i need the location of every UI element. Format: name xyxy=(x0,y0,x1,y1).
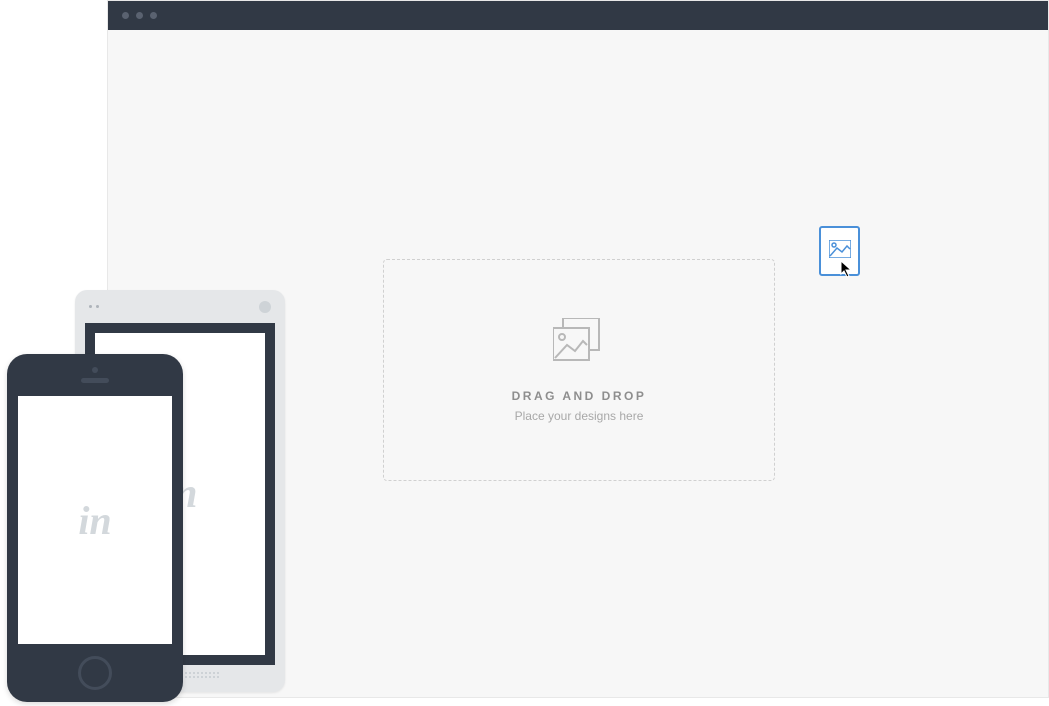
drop-zone-title: DRAG AND DROP xyxy=(512,389,647,403)
drop-zone-subtitle: Place your designs here xyxy=(515,409,644,423)
browser-titlebar xyxy=(108,1,1048,30)
traffic-light-minimize-icon[interactable] xyxy=(136,12,143,19)
dragging-file-thumbnail[interactable] xyxy=(819,226,860,276)
phone-sensor-icon xyxy=(92,367,98,373)
traffic-light-close-icon[interactable] xyxy=(122,12,129,19)
invision-logo-icon: in xyxy=(78,497,111,544)
phone-earpiece-icon xyxy=(81,378,109,383)
phone-sensor-dots-icon xyxy=(89,305,99,308)
phone-top-bar xyxy=(7,354,183,396)
home-button-icon xyxy=(78,656,112,690)
device-mockup-iphone: in xyxy=(7,354,183,702)
phone-camera-icon xyxy=(259,301,271,313)
cursor-arrow-icon xyxy=(840,260,854,283)
phone-screen: in xyxy=(18,396,172,644)
traffic-light-maximize-icon[interactable] xyxy=(150,12,157,19)
phone-top-bar xyxy=(75,290,285,323)
drop-zone[interactable]: DRAG AND DROP Place your designs here xyxy=(383,259,775,481)
image-stack-icon xyxy=(553,318,605,367)
